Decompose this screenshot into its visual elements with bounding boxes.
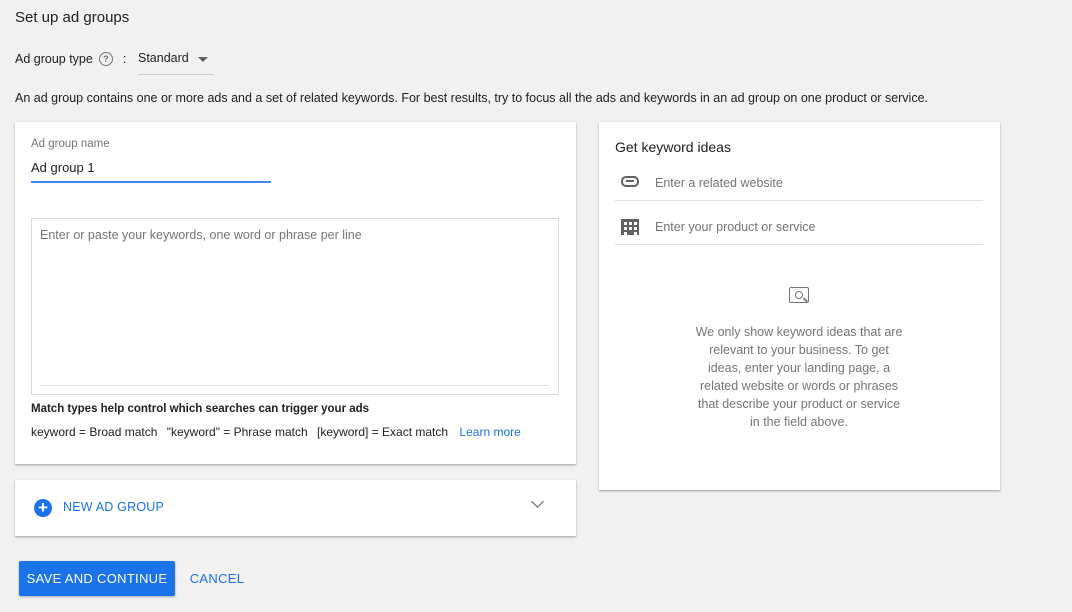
dropdown-arrow-icon bbox=[198, 57, 208, 62]
ad-group-name-underline bbox=[31, 181, 271, 183]
ad-group-name-label: Ad group name bbox=[31, 138, 110, 150]
ad-group-type-colon: : bbox=[122, 52, 127, 66]
product-service-field[interactable]: Enter your product or service bbox=[615, 210, 983, 245]
phrase-match-text: "keyword" = Phrase match bbox=[166, 425, 308, 439]
search-document-icon bbox=[789, 287, 809, 303]
ad-group-description: An ad group contains one or more ads and… bbox=[15, 91, 929, 105]
add-circle-icon[interactable]: + bbox=[34, 499, 52, 517]
related-website-placeholder: Enter a related website bbox=[655, 176, 783, 190]
related-website-field[interactable]: Enter a related website bbox=[615, 166, 983, 201]
new-ad-group-button[interactable]: NEW AD GROUP bbox=[63, 500, 164, 514]
ad-group-card: Ad group name Ad group 1 Enter or paste … bbox=[15, 122, 576, 464]
new-ad-group-card[interactable]: + NEW AD GROUP bbox=[15, 480, 576, 536]
keywords-textarea[interactable]: Enter or paste your keywords, one word o… bbox=[31, 218, 559, 395]
keyword-ideas-card: Get keyword ideas Enter a related websit… bbox=[599, 122, 1000, 490]
keywords-placeholder: Enter or paste your keywords, one word o… bbox=[40, 228, 362, 242]
learn-more-link[interactable]: Learn more bbox=[459, 425, 520, 439]
product-service-placeholder: Enter your product or service bbox=[655, 220, 816, 234]
ad-group-type-row: Ad group type ? : bbox=[15, 50, 126, 68]
chevron-down-icon[interactable] bbox=[531, 495, 544, 508]
match-types-title: Match types help control which searches … bbox=[31, 403, 370, 415]
help-icon[interactable]: ? bbox=[98, 52, 113, 66]
ad-group-type-value: Standard bbox=[138, 51, 189, 65]
ad-group-type-label: Ad group type bbox=[15, 52, 93, 66]
keywords-divider bbox=[40, 385, 549, 386]
cancel-button[interactable]: CANCEL bbox=[180, 561, 254, 596]
ad-group-type-dropdown[interactable]: Standard bbox=[138, 48, 214, 75]
keyword-ideas-info: We only show keyword ideas that are rele… bbox=[695, 325, 903, 429]
exact-match-text: [keyword] = Exact match bbox=[317, 425, 449, 439]
page-title: Set up ad groups bbox=[15, 9, 130, 26]
broad-match-text: keyword = Broad match bbox=[31, 425, 158, 439]
match-types-row: keyword = Broad match "keyword" = Phrase… bbox=[31, 425, 527, 439]
keyword-ideas-title: Get keyword ideas bbox=[615, 139, 731, 155]
ad-group-name-input[interactable]: Ad group 1 bbox=[31, 160, 95, 175]
save-and-continue-button[interactable]: SAVE AND CONTINUE bbox=[19, 561, 175, 596]
